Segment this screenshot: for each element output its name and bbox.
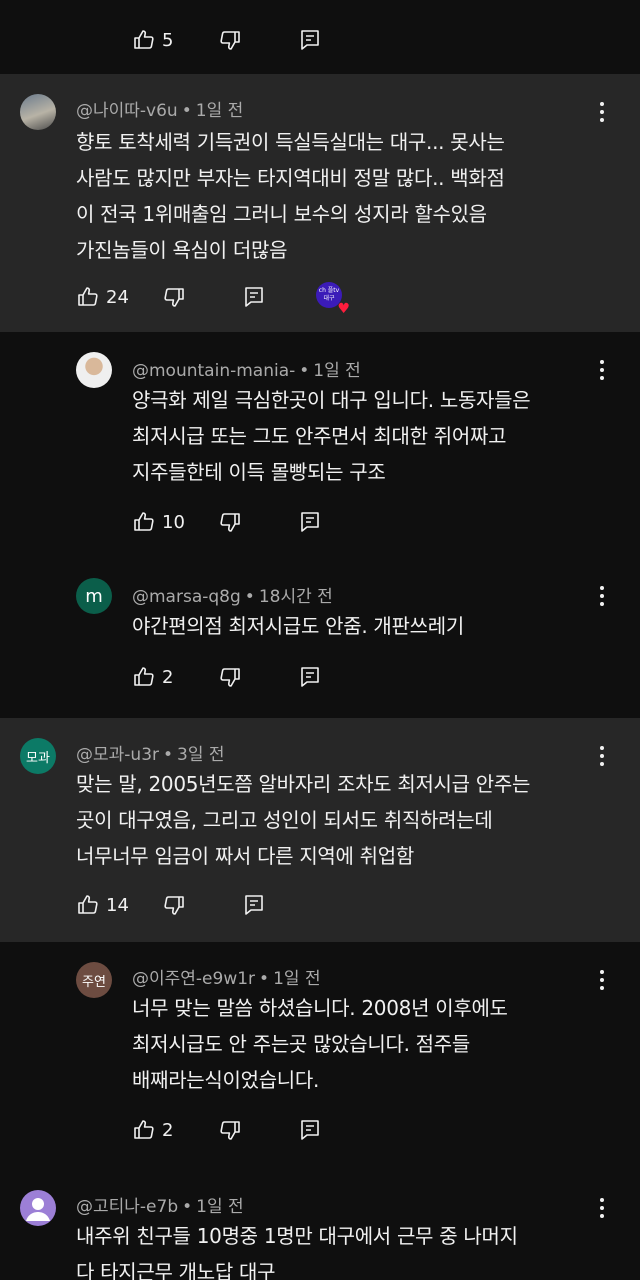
comment-author[interactable]: @고티나-e7b bbox=[76, 1197, 178, 1217]
comment-time: 1일 전 bbox=[195, 101, 244, 121]
thumb-down-icon bbox=[162, 893, 186, 917]
heart-icon: ♥ bbox=[337, 301, 350, 317]
comment: 모과 @모과-u3r • 3일 전 맞는 말, 2005년도쯤 알바자리 조차도 최… bbox=[0, 718, 640, 942]
like-button[interactable]: 2 bbox=[132, 662, 173, 692]
default-user-icon bbox=[26, 1198, 50, 1221]
avatar[interactable] bbox=[20, 94, 56, 130]
thumb-up-icon bbox=[132, 665, 156, 689]
thumb-up-icon bbox=[76, 893, 100, 917]
thumb-up-icon bbox=[132, 510, 156, 534]
thumb-up-icon bbox=[132, 28, 156, 52]
avatar[interactable] bbox=[76, 352, 112, 388]
like-count: 2 bbox=[162, 666, 174, 688]
thumb-up-icon bbox=[132, 1118, 156, 1142]
comment-text: 야간편의점 최저시급도 안줌. 개판쓰레기 bbox=[132, 614, 464, 638]
prev-comment-actions: 5 bbox=[0, 0, 640, 74]
comment-text: 향토 토착세력 기득권이 득실득실대는 대구... 못사는 사람도 많지만 부자… bbox=[76, 130, 505, 262]
thumb-down-icon bbox=[218, 28, 242, 52]
avatar[interactable] bbox=[20, 1190, 56, 1226]
comment-time: 3일 전 bbox=[177, 745, 225, 765]
comment-time: 1일 전 bbox=[196, 1197, 244, 1217]
thumb-down-icon bbox=[218, 510, 242, 534]
reply: m @marsa-q8g • 18시간 전 야간편의점 최저시급도 안줌. 개판쓰레… bbox=[0, 554, 640, 718]
comment-text: 맞는 말, 2005년도쯤 알바자리 조차도 최저시급 안주는 곳이 대구였음,… bbox=[76, 772, 531, 868]
like-button[interactable]: 2 bbox=[132, 1115, 173, 1145]
avatar[interactable]: m bbox=[76, 578, 112, 614]
thumb-down-icon bbox=[218, 665, 242, 689]
reply-icon bbox=[242, 893, 266, 917]
comment-time: 1일 전 bbox=[313, 361, 361, 381]
dislike-button[interactable] bbox=[218, 25, 242, 55]
like-count: 5 bbox=[162, 29, 174, 51]
like-count: 2 bbox=[162, 1119, 174, 1141]
dislike-button[interactable] bbox=[162, 890, 186, 920]
comment-text: 내주위 친구들 10명중 1명만 대구에서 근무 중 나머지 다 타지근무 개노… bbox=[76, 1224, 518, 1280]
comment-text: 너무 맞는 말씀 하셨습니다. 2008년 이후에도 최저시급도 안 주는곳 많… bbox=[132, 996, 508, 1092]
dislike-button[interactable] bbox=[218, 1115, 242, 1145]
more-options-icon[interactable] bbox=[594, 742, 610, 770]
reply-button[interactable] bbox=[242, 282, 266, 312]
dislike-button[interactable] bbox=[218, 507, 242, 537]
comment-author[interactable]: @나이따-v6u bbox=[76, 101, 178, 121]
thumb-up-icon bbox=[76, 285, 100, 309]
creator-heart-badge: ch 플tv 대구 ♥ bbox=[316, 282, 350, 316]
comment: @고티나-e7b • 1일 전 내주위 친구들 10명중 1명만 대구에서 근무 중… bbox=[0, 1164, 640, 1280]
reply-icon bbox=[242, 285, 266, 309]
like-count: 24 bbox=[106, 286, 129, 308]
avatar[interactable]: 모과 bbox=[20, 738, 56, 774]
comment-time: 18시간 전 bbox=[258, 587, 333, 607]
avatar[interactable]: 주연 bbox=[76, 962, 112, 998]
more-options-icon[interactable] bbox=[594, 98, 610, 126]
reply-icon bbox=[298, 1118, 322, 1142]
comment-author[interactable]: @이주연-e9w1r bbox=[132, 969, 255, 989]
like-button[interactable]: 14 bbox=[76, 890, 129, 920]
comment: @나이따-v6u • 1일 전 향토 토착세력 기득권이 득실득실대는 대구... … bbox=[0, 74, 640, 332]
reply: @mountain-mania- • 1일 전 양극화 제일 극심한곳이 대구 입니… bbox=[0, 332, 640, 554]
like-count: 10 bbox=[162, 511, 185, 533]
comment-author[interactable]: @mountain-mania- bbox=[132, 361, 295, 381]
more-options-icon[interactable] bbox=[594, 1194, 610, 1222]
reply-icon bbox=[298, 665, 322, 689]
thumb-down-icon bbox=[162, 285, 186, 309]
like-button[interactable]: 24 bbox=[76, 282, 129, 312]
comment-time: 1일 전 bbox=[273, 969, 321, 989]
reply-icon bbox=[298, 28, 322, 52]
dislike-button[interactable] bbox=[162, 282, 186, 312]
like-count: 14 bbox=[106, 894, 129, 916]
dislike-button[interactable] bbox=[218, 662, 242, 692]
reply-button[interactable] bbox=[298, 507, 322, 537]
comment-text: 양극화 제일 극심한곳이 대구 입니다. 노동자들은 최저시급 또는 그도 안주… bbox=[132, 388, 531, 484]
comment-author[interactable]: @marsa-q8g bbox=[132, 587, 241, 607]
reply-button[interactable] bbox=[242, 890, 266, 920]
more-options-icon[interactable] bbox=[594, 966, 610, 994]
reply-icon bbox=[298, 510, 322, 534]
reply-button[interactable] bbox=[298, 25, 322, 55]
thumb-down-icon bbox=[218, 1118, 242, 1142]
comment-author[interactable]: @모과-u3r bbox=[76, 745, 159, 765]
more-options-icon[interactable] bbox=[594, 582, 610, 610]
reply: 주연 @이주연-e9w1r • 1일 전 너무 맞는 말씀 하셨습니다. 2008년… bbox=[0, 942, 640, 1164]
reply-button[interactable] bbox=[298, 662, 322, 692]
like-button[interactable]: 10 bbox=[132, 507, 185, 537]
like-button[interactable]: 5 bbox=[132, 25, 173, 55]
reply-button[interactable] bbox=[298, 1115, 322, 1145]
more-options-icon[interactable] bbox=[594, 356, 610, 384]
